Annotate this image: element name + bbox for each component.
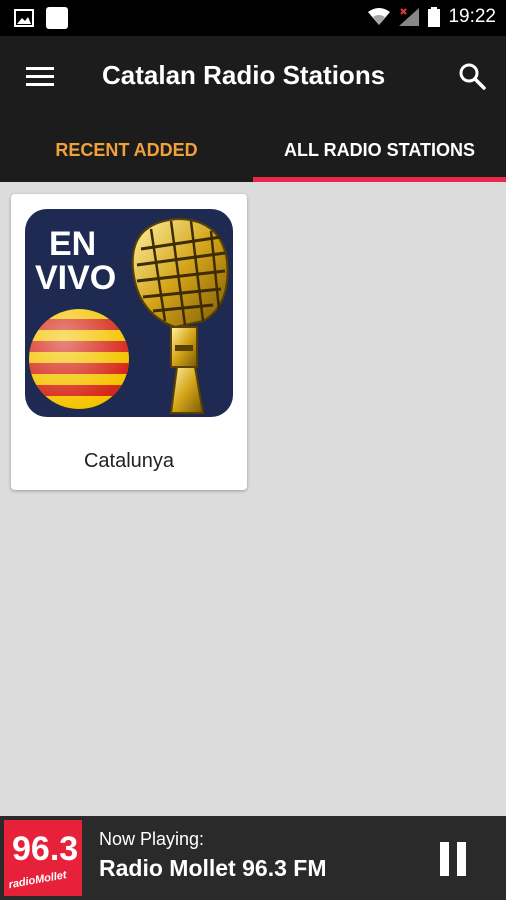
search-icon[interactable] [458, 62, 486, 90]
app-notification-icon [46, 7, 68, 29]
tab-recent-added[interactable]: RECENT ADDED [0, 118, 253, 182]
en-text: EN [49, 225, 96, 263]
app-title: Catalan Radio Stations [102, 60, 386, 90]
now-playing-label: Now Playing: [99, 829, 205, 849]
battery-icon [428, 7, 441, 27]
menu-icon[interactable] [26, 66, 54, 88]
signal-icon [399, 8, 420, 26]
station-name: Catalunya [83, 450, 175, 472]
wifi-icon [368, 8, 391, 25]
station-image: EN VIVO [25, 209, 233, 417]
tab-all-radio-stations[interactable]: ALL RADIO STATIONS [253, 118, 506, 182]
vivo-text: VIVO [35, 259, 116, 297]
station-card[interactable]: EN VIVO Catalunya [11, 194, 247, 490]
now-playing-title: Radio Mollet 96.3 FM [99, 855, 327, 881]
radio-mollet-logo: 96.3 radioMollet [4, 820, 82, 896]
svg-text:96.3: 96.3 [12, 830, 78, 868]
now-playing-bar[interactable]: 96.3 radioMollet Now Playing: Radio Moll… [0, 816, 506, 900]
status-bar: 19:22 [0, 0, 506, 36]
pause-icon[interactable] [438, 842, 468, 876]
app-bar: Catalan Radio Stations [0, 36, 506, 118]
gallery-notification-icon [14, 9, 34, 27]
tab-bar: RECENT ADDED ALL RADIO STATIONS [0, 118, 506, 182]
station-grid: EN VIVO Catalunya [0, 182, 506, 816]
clock: 19:22 [448, 6, 496, 27]
